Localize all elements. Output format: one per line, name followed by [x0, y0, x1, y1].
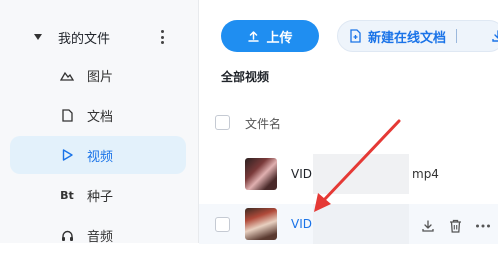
more-horizontal-icon[interactable] — [475, 218, 491, 232]
upload-label: 上传 — [266, 30, 293, 46]
new-online-doc-button[interactable]: 新建在线文档 — [337, 20, 498, 52]
new-doc-label: 新建在线文档 — [368, 30, 447, 46]
table-row[interactable]: VID — [199, 204, 498, 244]
button-separator — [456, 29, 458, 43]
sidebar-item-label: 文档 — [87, 109, 114, 125]
mountain-icon — [60, 68, 74, 82]
main-panel: 上传 新建在线文档 全部视频 文件名 VID mp4 VID — [199, 0, 498, 244]
file-extension: mp4 — [412, 167, 439, 181]
upload-button[interactable]: 上传 — [221, 20, 319, 52]
redacted-region — [313, 204, 409, 244]
table-header: 文件名 — [199, 106, 498, 138]
sidebar-item-torrents[interactable]: Bt 种子 — [10, 176, 186, 214]
sidebar-item-audio[interactable]: 音频 — [10, 216, 186, 254]
select-all-checkbox[interactable] — [215, 115, 230, 130]
sidebar: 我的文件 图片 文档 视频 Bt 种子 音频 — [0, 0, 198, 245]
upload-icon — [248, 30, 260, 42]
document-icon — [60, 108, 74, 122]
download-icon[interactable] — [421, 218, 435, 232]
sidebar-group-my-files[interactable]: 我的文件 — [10, 22, 188, 52]
section-title: 全部视频 — [221, 70, 270, 84]
headphones-icon — [60, 228, 74, 242]
bt-icon: Bt — [60, 188, 74, 202]
download-icon[interactable] — [491, 28, 498, 44]
file-name[interactable]: VID — [291, 217, 312, 231]
file-name[interactable]: VID — [291, 167, 312, 181]
sidebar-item-label: 图片 — [87, 69, 114, 85]
sidebar-item-label: 种子 — [87, 189, 114, 205]
play-icon — [60, 148, 74, 162]
more-vertical-icon[interactable] — [160, 30, 164, 44]
new-document-icon — [350, 29, 361, 43]
video-thumbnail — [245, 208, 277, 240]
sidebar-item-label: 音频 — [87, 229, 114, 245]
video-thumbnail — [245, 158, 277, 190]
caret-down-icon[interactable] — [34, 34, 42, 40]
sidebar-group-label: 我的文件 — [58, 31, 111, 47]
sidebar-item-videos[interactable]: 视频 — [10, 136, 186, 174]
row-checkbox[interactable] — [215, 217, 230, 232]
sidebar-item-images[interactable]: 图片 — [10, 56, 186, 94]
sidebar-item-documents[interactable]: 文档 — [10, 96, 186, 134]
redacted-region — [313, 154, 409, 194]
delete-icon[interactable] — [449, 218, 463, 233]
column-header-filename: 文件名 — [245, 117, 282, 131]
table-row[interactable]: VID mp4 — [199, 154, 498, 194]
sidebar-item-label: 视频 — [87, 149, 114, 165]
